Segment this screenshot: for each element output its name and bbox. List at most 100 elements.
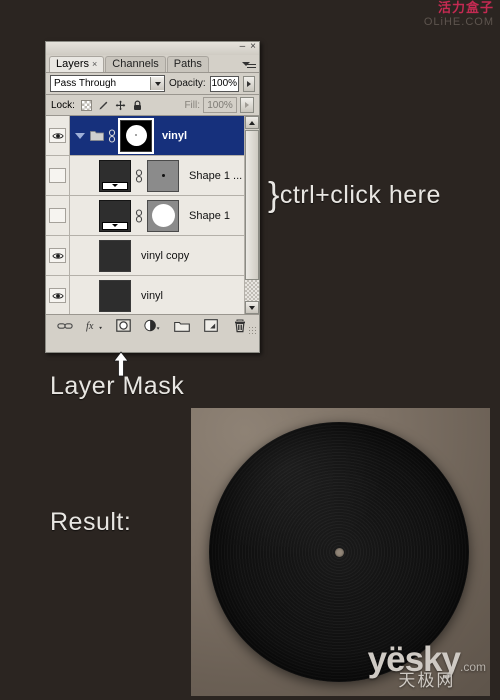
- layer-thumbnail[interactable]: [99, 239, 131, 272]
- delete-layer-icon[interactable]: [232, 318, 248, 333]
- mask-dot: [161, 174, 165, 177]
- screenshot-root: 活力盒子 OLiHE.COM – × Layers × Channels Pat…: [0, 0, 500, 700]
- brace-glyph: }: [268, 176, 280, 214]
- eye-icon[interactable]: [49, 288, 66, 303]
- layer-name: vinyl: [141, 289, 164, 302]
- scrollbar-track[interactable]: [245, 280, 259, 301]
- table-row[interactable]: Shape 1 ...: [46, 156, 259, 196]
- blend-mode-row: Pass Through Opacity: 100%: [46, 73, 259, 94]
- add-layer-mask-icon[interactable]: [115, 318, 131, 333]
- visibility-cell[interactable]: [46, 236, 70, 275]
- table-row[interactable]: Shape 1: [46, 196, 259, 236]
- tab-layers-label: Layers: [56, 58, 90, 70]
- tab-channels[interactable]: Channels: [105, 56, 166, 72]
- layers-toolbar: fx: [46, 314, 259, 336]
- panel-menu-icon[interactable]: [242, 58, 256, 71]
- layer-mask-annotation: Layer Mask: [50, 372, 185, 400]
- watermark-top-en: OLiHE.COM: [423, 16, 494, 28]
- blend-mode-select[interactable]: Pass Through: [50, 75, 165, 92]
- link-icon[interactable]: [108, 128, 116, 143]
- visibility-cell[interactable]: [46, 156, 70, 195]
- lock-icons: [80, 99, 143, 111]
- vector-mask-thumbnail[interactable]: [147, 159, 179, 192]
- fill-stepper-icon[interactable]: [240, 97, 254, 113]
- layers-panel: – × Layers × Channels Paths Pass Through…: [45, 41, 260, 353]
- row-body: vinyl: [70, 276, 259, 314]
- tab-paths[interactable]: Paths: [166, 56, 209, 72]
- layer-thumbnail[interactable]: [99, 279, 131, 312]
- eye-icon-hidden[interactable]: [49, 168, 66, 183]
- eye-icon-hidden[interactable]: [49, 208, 66, 223]
- scroll-up-button[interactable]: [245, 116, 259, 129]
- ctrl-click-text: ctrl+click here: [279, 181, 441, 209]
- tab-paths-label: Paths: [173, 58, 202, 70]
- lock-all-icon[interactable]: [132, 100, 143, 111]
- visibility-cell[interactable]: [46, 196, 70, 235]
- link-icon[interactable]: [135, 208, 143, 223]
- table-row[interactable]: vinyl copy: [46, 236, 259, 276]
- eye-icon[interactable]: [49, 128, 66, 143]
- opacity-stepper-icon[interactable]: [242, 75, 255, 92]
- tab-close-icon[interactable]: ×: [92, 57, 97, 72]
- tab-channels-label: Channels: [112, 58, 159, 70]
- layer-thumbnail[interactable]: [99, 199, 131, 232]
- lock-label: Lock:: [51, 99, 75, 111]
- layer-list-scrollbar[interactable]: [244, 116, 259, 314]
- layer-name: Shape 1: [189, 209, 230, 222]
- tab-layers[interactable]: Layers ×: [49, 56, 105, 72]
- panel-menu-line: [247, 64, 256, 65]
- link-layers-icon[interactable]: [56, 318, 73, 333]
- window-controls: – ×: [240, 42, 256, 52]
- watermark-top: 活力盒子 OLiHE.COM: [424, 2, 494, 28]
- opacity-input[interactable]: 100%: [209, 75, 239, 92]
- table-row[interactable]: vinyl: [46, 276, 259, 314]
- row-body: vinyl: [70, 116, 259, 155]
- lock-row: Lock: Fill: 100%: [46, 95, 259, 115]
- layer-thumbnail[interactable]: [99, 159, 131, 192]
- blend-mode-value: Pass Through: [54, 78, 117, 89]
- visibility-cell[interactable]: [46, 276, 70, 314]
- minimize-icon[interactable]: –: [240, 42, 246, 52]
- new-layer-icon[interactable]: [203, 318, 219, 333]
- new-adjustment-layer-icon[interactable]: [144, 318, 161, 333]
- close-icon[interactable]: ×: [250, 42, 256, 52]
- layer-list: vinyl Shape 1 ... Shape 1 vinyl copy vin…: [46, 116, 259, 314]
- result-image: yësky.com 天极网: [191, 408, 490, 696]
- table-row[interactable]: vinyl: [46, 116, 259, 156]
- gradient-bar: [102, 181, 128, 190]
- ctrl-click-annotation: }ctrl+click here: [268, 176, 441, 215]
- row-body: vinyl copy: [70, 236, 259, 275]
- chevron-down-icon[interactable]: [75, 132, 85, 139]
- mask-circle: [125, 125, 147, 146]
- watermark-top-cn: 活力盒子: [437, 1, 494, 16]
- fill-label: Fill:: [184, 99, 200, 111]
- gradient-bar: [102, 221, 128, 230]
- layer-name: vinyl copy: [141, 249, 190, 262]
- fill-input[interactable]: 100%: [203, 97, 237, 113]
- chevron-down-icon[interactable]: [150, 77, 164, 90]
- vector-mask-thumbnail[interactable]: [147, 199, 179, 232]
- layer-mask-thumbnail[interactable]: [118, 117, 154, 154]
- lock-image-icon[interactable]: [98, 100, 109, 111]
- visibility-cell[interactable]: [46, 116, 70, 155]
- lock-transparency-icon[interactable]: [80, 99, 92, 111]
- panel-tabs: Layers × Channels Paths: [46, 55, 259, 72]
- new-group-icon[interactable]: [173, 318, 190, 333]
- mask-circle: [151, 204, 175, 227]
- svg-text:fx: fx: [86, 321, 94, 332]
- scroll-down-button[interactable]: [245, 301, 259, 314]
- folder-icon: [90, 130, 104, 141]
- layer-name: Shape 1 ...: [189, 169, 243, 182]
- resize-grip-icon[interactable]: [248, 326, 256, 334]
- eye-icon[interactable]: [49, 248, 66, 263]
- fill-group: Fill: 100%: [184, 97, 254, 113]
- scrollbar-thumb[interactable]: [245, 130, 259, 280]
- lock-position-icon[interactable]: [115, 100, 126, 111]
- layer-style-fx-icon[interactable]: fx: [86, 318, 102, 333]
- record-center-hole: [334, 547, 344, 557]
- link-icon[interactable]: [135, 168, 143, 183]
- row-body: Shape 1: [70, 196, 259, 235]
- opacity-label: Opacity:: [169, 78, 206, 89]
- result-annotation: Result:: [50, 508, 132, 536]
- watermark-bottom: yësky.com 天极网: [368, 642, 486, 690]
